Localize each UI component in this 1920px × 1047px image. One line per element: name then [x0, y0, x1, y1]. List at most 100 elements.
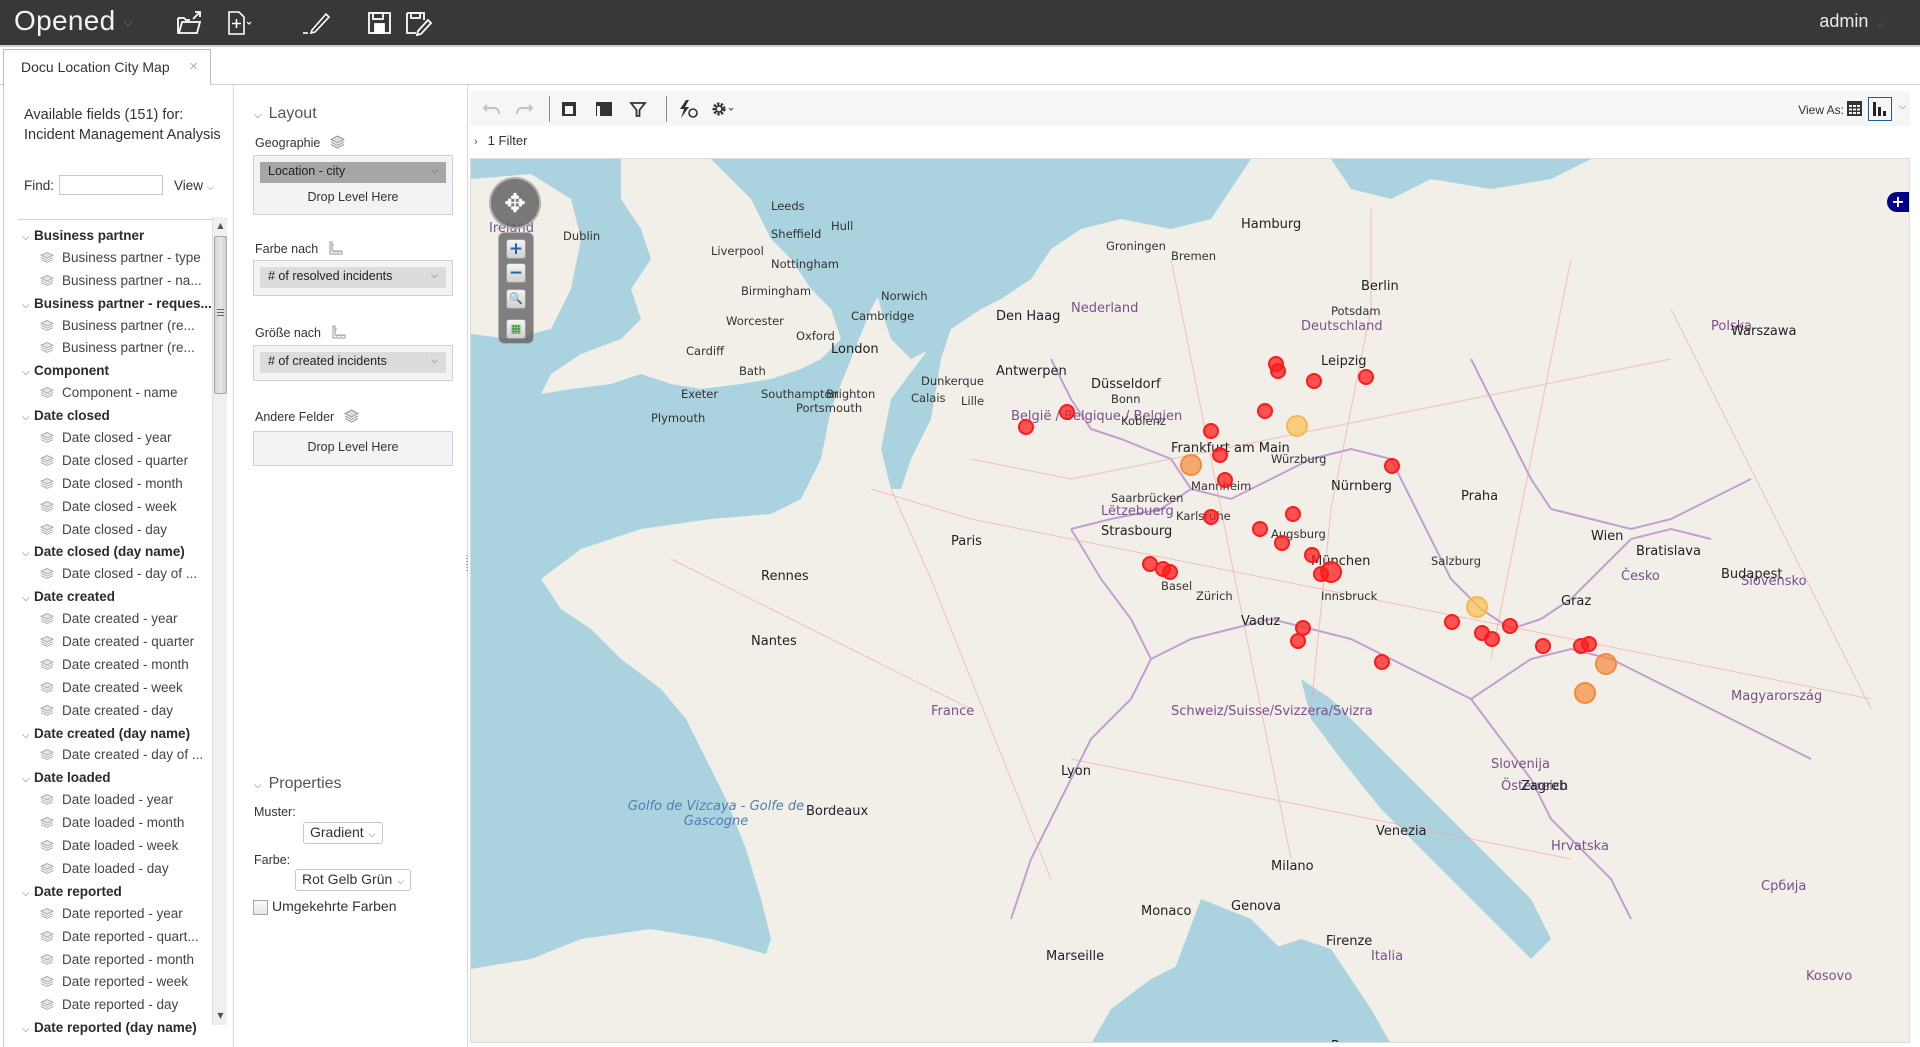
tree-item[interactable]: Date reported - year	[22, 903, 212, 926]
table-view-icon[interactable]	[1847, 101, 1862, 116]
settings-icon[interactable]	[710, 99, 736, 119]
tab-docu-location-city-map[interactable]: Docu Location City Map ×	[3, 49, 211, 86]
tree-group[interactable]: ⌵ Date reported (day name)	[22, 1017, 212, 1035]
tree-group[interactable]: ⌵ Date loaded	[22, 767, 212, 789]
undo-icon[interactable]	[482, 99, 502, 119]
map-pan-control[interactable]: ✥	[489, 177, 541, 229]
tree-item[interactable]: Date loaded - month	[22, 812, 212, 835]
app-title-menu[interactable]: Opened ⌵	[14, 5, 133, 37]
tree-item[interactable]: Date created - year	[22, 608, 212, 631]
farbe-nach-drop-zone[interactable]: # of resolved incidents ⌵	[253, 260, 453, 296]
scroll-down-arrow-icon[interactable]: ▼	[213, 1009, 228, 1023]
map-bubble[interactable]	[1502, 618, 1518, 634]
edit-icon[interactable]	[302, 10, 331, 36]
tree-item[interactable]: Date created - month	[22, 654, 212, 677]
tree-item[interactable]: Date closed - year	[22, 427, 212, 450]
tree-item[interactable]: Business partner - na...	[22, 270, 212, 293]
farbe-nach-field-pill[interactable]: # of resolved incidents ⌵	[260, 267, 446, 288]
tree-group[interactable]: ⌵ Business partner - reques...	[22, 293, 212, 315]
tree-item[interactable]: Date closed - day	[22, 519, 212, 542]
tree-item[interactable]: Date loaded - week	[22, 835, 212, 858]
view-dropdown[interactable]: View ⌵	[174, 178, 214, 193]
map-bubble[interactable]	[1306, 373, 1322, 389]
map-bubble[interactable]	[1358, 369, 1374, 385]
tree-group[interactable]: ⌵ Date reported	[22, 881, 212, 903]
zoom-box-icon[interactable]: 🔍	[506, 289, 526, 309]
new-report-icon[interactable]	[226, 10, 254, 36]
groesse-nach-field-pill[interactable]: # of created incidents ⌵	[260, 352, 446, 373]
tree-item[interactable]: Date created - quarter	[22, 631, 212, 654]
map-bubble[interactable]	[1290, 633, 1306, 649]
map-bubble[interactable]	[1484, 631, 1500, 647]
map-bubble[interactable]	[1274, 535, 1290, 551]
map-bubble[interactable]	[1595, 653, 1617, 675]
open-folder-icon[interactable]	[175, 10, 203, 36]
redo-icon[interactable]	[514, 99, 534, 119]
user-menu[interactable]: admin ⌵	[1819, 11, 1884, 32]
muster-select[interactable]: Gradient ⌵	[303, 822, 383, 844]
zoom-in-button[interactable]: +	[506, 239, 526, 259]
tree-item[interactable]: Date closed - quarter	[22, 450, 212, 473]
tree-item[interactable]: Date created - day of ...	[22, 744, 212, 767]
tree-item[interactable]: Component - name	[22, 382, 212, 405]
find-input[interactable]	[59, 175, 163, 195]
tree-group[interactable]: ⌵ Date created (day name)	[22, 723, 212, 745]
geographie-drop-zone[interactable]: Location - city ⌵ Drop Level Here	[253, 155, 453, 215]
layout-panel-icon[interactable]	[559, 99, 579, 119]
close-icon[interactable]: ×	[189, 58, 198, 75]
select-region-icon[interactable]: ▦	[506, 319, 526, 339]
map-bubble[interactable]	[1018, 419, 1034, 435]
tree-item[interactable]: Date closed - day of ...	[22, 563, 212, 586]
chart-view-icon[interactable]	[1868, 97, 1892, 121]
map-bubble[interactable]	[1444, 614, 1460, 630]
legend-expand-button[interactable]: +	[1887, 192, 1909, 212]
reverse-colors-checkbox[interactable]	[253, 900, 268, 915]
scroll-up-arrow-icon[interactable]: ▲	[213, 219, 228, 233]
field-tree-scrollbar[interactable]: ▲ ▼	[212, 217, 227, 1025]
map-bubble[interactable]	[1257, 403, 1273, 419]
tree-item[interactable]: Date reported - month	[22, 949, 212, 972]
tree-group[interactable]: ⌵ Date created	[22, 586, 212, 608]
map-bubble[interactable]	[1203, 423, 1219, 439]
tree-group[interactable]: ⌵ Component	[22, 360, 212, 382]
map-view[interactable]: Golfo de Vizcaya - Golfe de GascogneIrel…	[470, 158, 1910, 1043]
map-bubble[interactable]	[1384, 458, 1400, 474]
chevron-down-icon[interactable]: ⌵	[1899, 102, 1906, 112]
tree-item[interactable]: Date reported - week	[22, 971, 212, 994]
layout-section-header[interactable]: ⌵ Layout	[254, 105, 317, 123]
auto-refresh-icon[interactable]	[676, 99, 700, 119]
properties-section-header[interactable]: ⌵ Properties	[254, 775, 342, 793]
tree-item[interactable]: Business partner (re...	[22, 315, 212, 338]
map-bubble[interactable]	[1217, 472, 1233, 488]
zoom-out-button[interactable]: −	[506, 263, 526, 283]
tree-item[interactable]: Business partner (re...	[22, 337, 212, 360]
tree-item[interactable]: Date closed - month	[22, 473, 212, 496]
tree-item[interactable]: Date created - day	[22, 700, 212, 723]
map-bubble[interactable]	[1162, 564, 1178, 580]
map-bubble[interactable]	[1304, 547, 1320, 563]
groesse-nach-drop-zone[interactable]: # of created incidents ⌵	[253, 345, 453, 381]
map-bubble[interactable]	[1320, 561, 1342, 583]
geographie-field-pill[interactable]: Location - city ⌵	[260, 162, 446, 183]
map-bubble[interactable]	[1180, 454, 1202, 476]
map-bubble[interactable]	[1574, 682, 1596, 704]
tree-item[interactable]: Date created - week	[22, 677, 212, 700]
map-bubble[interactable]	[1535, 638, 1551, 654]
save-as-icon[interactable]	[404, 10, 433, 37]
tree-item[interactable]: Date closed - week	[22, 496, 212, 519]
map-bubble[interactable]	[1466, 596, 1488, 618]
tree-item[interactable]: Date reported - day	[22, 994, 212, 1017]
map-bubble[interactable]	[1203, 509, 1219, 525]
map-bubble[interactable]	[1059, 404, 1075, 420]
map-bubble[interactable]	[1212, 447, 1228, 463]
andere-felder-drop-zone[interactable]: Drop Level Here	[253, 431, 453, 466]
map-bubble[interactable]	[1573, 638, 1589, 654]
map-bubble[interactable]	[1252, 521, 1268, 537]
map-bubble[interactable]	[1374, 654, 1390, 670]
tree-group[interactable]: ⌵ Date closed	[22, 405, 212, 427]
map-bubble[interactable]	[1285, 506, 1301, 522]
tree-item[interactable]: Date reported - quart...	[22, 926, 212, 949]
tree-group[interactable]: ⌵ Business partner	[22, 225, 212, 247]
map-bubble[interactable]	[1270, 363, 1286, 379]
filter-toggle[interactable]: › 1 Filter	[474, 133, 527, 148]
